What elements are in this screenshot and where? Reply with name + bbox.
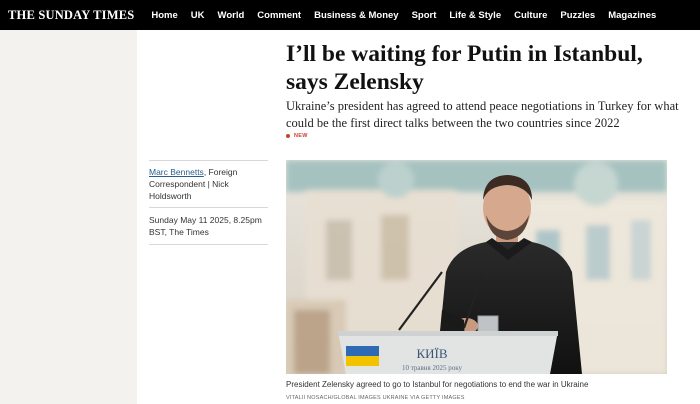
nav-item-business-money[interactable]: Business & Money xyxy=(314,10,398,21)
nav-item-home[interactable]: Home xyxy=(151,10,177,21)
photo-caption: President Zelensky agreed to go to Istan… xyxy=(286,380,589,389)
podium-date: 10 травня 2025 року xyxy=(402,364,463,372)
new-badge: NEW xyxy=(286,133,308,139)
main-nav: Home UK World Comment Business & Money S… xyxy=(151,10,669,21)
nav-item-life-style[interactable]: Life & Style xyxy=(449,10,501,21)
nav-item-comment[interactable]: Comment xyxy=(257,10,301,21)
left-gutter xyxy=(0,30,137,404)
nav-item-uk[interactable]: UK xyxy=(191,10,205,21)
top-navigation-bar: THE SUNDAY TIMES Home UK World Comment B… xyxy=(0,0,700,30)
new-dot-icon xyxy=(286,134,290,138)
podium-city: КИЇВ xyxy=(416,346,447,361)
nav-item-magazines[interactable]: Magazines xyxy=(608,10,656,21)
divider xyxy=(149,244,268,245)
publish-date: Sunday May 11 2025, 8.25pm BST, The Time… xyxy=(149,215,262,237)
nav-item-culture[interactable]: Culture xyxy=(514,10,547,21)
photo-credit: VITALII NOSACH/GLOBAL IMAGES UKRAINE VIA… xyxy=(286,395,465,401)
headline-line-2: says Zelensky xyxy=(286,69,424,95)
headline-line-1: I’ll be waiting for Putin in Istanbul, xyxy=(286,41,643,67)
byline: Marc Bennetts, Foreign Correspondent | N… xyxy=(149,161,268,207)
hero-photo: КИЇВ 10 травня 2025 року xyxy=(286,160,667,374)
article-standfirst: Ukraine’s president has agreed to attend… xyxy=(286,99,679,130)
byline-column: Marc Bennetts, Foreign Correspondent | N… xyxy=(149,160,268,245)
new-badge-label: NEW xyxy=(294,133,308,139)
article-headline: I’ll be waiting for Putin in Istanbul, s… xyxy=(286,40,686,96)
ukraine-flag-icon xyxy=(346,346,379,366)
nav-item-sport[interactable]: Sport xyxy=(412,10,437,21)
site-logo[interactable]: THE SUNDAY TIMES xyxy=(8,8,134,23)
nav-item-puzzles[interactable]: Puzzles xyxy=(560,10,595,21)
nav-item-world[interactable]: World xyxy=(218,10,245,21)
author-link[interactable]: Marc Bennetts xyxy=(149,167,204,177)
